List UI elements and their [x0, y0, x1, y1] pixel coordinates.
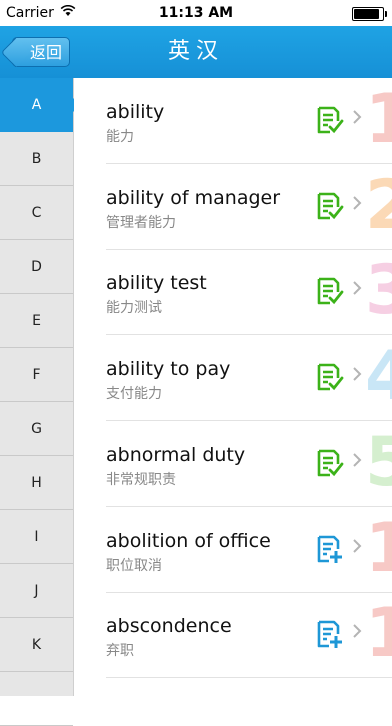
status-bar: Carrier 11:13 AM: [0, 0, 392, 26]
back-button[interactable]: 返回: [0, 37, 70, 68]
entry-word: abolition of office: [106, 529, 271, 552]
entry-translation: 支付能力: [106, 386, 162, 403]
index-letter[interactable]: B: [0, 132, 73, 186]
entry-translation: 能力测试: [106, 300, 162, 317]
list-item[interactable]: 1 abscondence 弃职: [74, 592, 392, 679]
alphabet-index: A B C D E F G H I J K: [0, 78, 80, 726]
index-letter-label: I: [34, 529, 39, 545]
add-note-icon[interactable]: [316, 619, 344, 649]
index-letter[interactable]: E: [0, 294, 73, 348]
entry-number: 1: [365, 508, 392, 588]
index-letter-label: F: [32, 367, 41, 383]
entry-number: 1: [365, 80, 392, 159]
entry-translation: 职位取消: [106, 557, 162, 574]
index-letter-label: G: [31, 421, 42, 437]
status-time: 11:13 AM: [158, 5, 234, 21]
battery-icon: [352, 7, 387, 21]
index-letter[interactable]: H: [0, 456, 73, 510]
index-letter-label: D: [31, 259, 42, 275]
entry-word: abscondence: [106, 615, 232, 638]
edit-check-icon[interactable]: [316, 362, 344, 392]
add-note-icon[interactable]: [316, 534, 344, 564]
list-item[interactable]: 1 ability 能力: [74, 78, 392, 164]
index-letter[interactable]: I: [0, 510, 73, 564]
chevron-right-icon: [352, 449, 362, 473]
chevron-right-icon: [352, 620, 362, 644]
entry-translation: 能力: [106, 129, 134, 145]
chevron-right-icon: [352, 535, 362, 559]
edit-check-icon[interactable]: [316, 276, 344, 306]
list-item[interactable]: 1 abolition of office 职位取消: [74, 507, 392, 593]
list-item[interactable]: 2 ability of manager 管理者能力: [74, 164, 392, 250]
entry-number: 1: [365, 594, 392, 674]
entry-translation: 非常规职责: [106, 471, 176, 488]
entry-word: ability of manager: [106, 186, 281, 209]
entry-number: 5: [365, 422, 392, 502]
edit-check-icon[interactable]: [316, 448, 344, 478]
index-letter[interactable]: D: [0, 240, 73, 294]
index-letter-label: E: [32, 313, 41, 329]
back-button-label: 返回: [29, 43, 62, 62]
index-letter[interactable]: K: [0, 618, 73, 672]
entry-word: ability to pay: [106, 358, 231, 381]
index-letter-label: B: [31, 151, 42, 167]
index-letter-label: K: [31, 637, 42, 653]
chevron-right-icon: [352, 363, 362, 387]
index-letter[interactable]: J: [0, 564, 73, 618]
entry-word: ability test: [106, 272, 207, 295]
index-letter[interactable]: G: [0, 402, 73, 456]
entry-word: abnormal duty: [106, 443, 246, 466]
entry-number: 2: [365, 165, 392, 245]
index-letter[interactable]: A: [0, 78, 80, 132]
chevron-right-icon: [352, 192, 362, 216]
entry-number: 4: [365, 337, 392, 417]
entry-number: 3: [365, 251, 392, 331]
chevron-right-icon: [352, 106, 362, 130]
index-letter-label: H: [31, 475, 42, 491]
index-letter-label: J: [34, 583, 39, 599]
index-letter[interactable]: [0, 672, 73, 726]
index-letter[interactable]: F: [0, 348, 73, 402]
navigation-bar: 英汉 返回: [0, 26, 392, 78]
entry-translation: 管理者能力: [106, 214, 176, 231]
index-letter-label: C: [31, 205, 42, 221]
row-divider: [106, 677, 392, 679]
index-letter[interactable]: C: [0, 186, 73, 240]
chevron-right-icon: [352, 277, 362, 301]
list-item[interactable]: 5 abnormal duty 非常规职责: [74, 421, 392, 507]
entry-word: ability: [106, 101, 165, 123]
entry-translation: 弃职: [106, 643, 134, 660]
index-letter-label: A: [31, 97, 42, 113]
edit-check-icon[interactable]: [316, 105, 344, 135]
list-item[interactable]: 3 ability test 能力测试: [74, 249, 392, 336]
list-item[interactable]: 4 ability to pay 支付能力: [74, 335, 392, 422]
edit-check-icon[interactable]: [316, 191, 344, 221]
word-list: 1 ability 能力 2 ability of manager 管理者能力 3 abili…: [74, 78, 392, 696]
